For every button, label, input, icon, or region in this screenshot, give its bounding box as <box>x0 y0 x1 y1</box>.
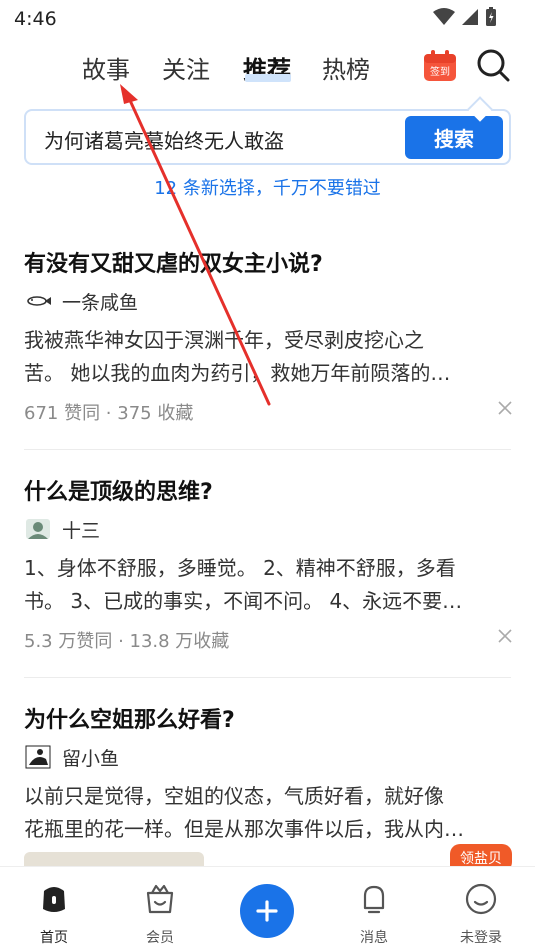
card-stats: 671 赞同 · 375 收藏 <box>24 403 194 424</box>
card-title[interactable]: 为什么空姐那么好看? <box>24 702 235 734</box>
fish-avatar-icon <box>27 296 51 306</box>
nav-label: 消息 <box>360 930 388 946</box>
excerpt-line: 我被燕华神女囚于溟渊千年，受尽剥皮挖心之 <box>24 328 424 352</box>
nav-label: 会员 <box>146 930 174 946</box>
close-icon[interactable] <box>497 628 513 644</box>
excerpt-line: 书。 3、已成的事实，不闻不问。 4、永远不要… <box>24 589 463 613</box>
card-stats: 5.3 万赞同 · 13.8 万收藏 <box>24 631 230 652</box>
search-button[interactable]: 搜索 <box>405 116 503 159</box>
nav-label: 未登录 <box>460 930 502 946</box>
search-icon[interactable] <box>476 48 510 82</box>
nav-label: 首页 <box>40 930 68 946</box>
search-box[interactable]: 为何诸葛亮墓始终无人敢盗 搜索 <box>24 109 511 165</box>
close-icon[interactable] <box>497 400 513 416</box>
card-excerpt[interactable]: 以前只是觉得，空姐的仪态，气质好看，就好像 花瓶里的花一样。但是从那次事件以后，… <box>24 780 504 846</box>
author[interactable]: 一条咸鱼 <box>24 288 138 314</box>
excerpt-line: 花瓶里的花一样。但是从那次事件以后，我从内… <box>24 817 464 841</box>
feed-card[interactable]: 有没有又甜又虐的双女主小说? 一条咸鱼 我被燕华神女囚于溟渊千年，受尽剥皮挖心之… <box>0 222 535 450</box>
tab-story[interactable]: 故事 <box>82 50 130 85</box>
card-title[interactable]: 有没有又甜又虐的双女主小说? <box>24 246 323 278</box>
bottom-nav: 首页 会员 消息 未登录 <box>0 866 535 951</box>
new-choices-banner[interactable]: 12 条新选择，千万不要错过 <box>0 174 535 200</box>
nav-profile[interactable]: 未登录 <box>446 881 516 947</box>
home-icon <box>43 887 65 912</box>
bell-icon <box>363 885 385 914</box>
signal-icon <box>462 9 478 25</box>
checkin-label: 签到 <box>430 65 450 78</box>
author-name[interactable]: 十三 <box>62 516 100 543</box>
excerpt-line: 1、身体不舒服，多睡觉。 2、精神不舒服，多看 <box>24 556 456 580</box>
author-name[interactable]: 留小鱼 <box>62 744 119 771</box>
card-excerpt[interactable]: 我被燕华神女囚于溟渊千年，受尽剥皮挖心之 苦。 她以我的血肉为药引，救她万年前陨… <box>24 324 504 390</box>
author[interactable]: 十三 <box>24 516 100 542</box>
status-time: 4:46 <box>14 8 57 30</box>
status-icons <box>433 7 497 27</box>
create-post-button[interactable] <box>240 884 294 938</box>
vip-bag-icon <box>146 884 174 914</box>
author-name[interactable]: 一条咸鱼 <box>62 288 138 315</box>
profile-face-icon <box>465 883 497 915</box>
nav-home[interactable]: 首页 <box>19 881 89 947</box>
avatar-icon <box>25 745 51 769</box>
wifi-icon <box>433 8 455 25</box>
excerpt-line: 苦。 她以我的血肉为药引，救她万年前陨落的… <box>24 361 451 385</box>
feed-list: 有没有又甜又虐的双女主小说? 一条咸鱼 我被燕华神女囚于溟渊千年，受尽剥皮挖心之… <box>0 222 535 906</box>
card-excerpt[interactable]: 1、身体不舒服，多睡觉。 2、精神不舒服，多看 书。 3、已成的事实，不闻不问。… <box>24 552 504 618</box>
tab-follow[interactable]: 关注 <box>162 50 210 85</box>
avatar-icon <box>26 519 50 539</box>
status-bar: 4:46 <box>0 0 535 38</box>
tab-hot-list[interactable]: 热榜 <box>322 50 370 85</box>
battery-icon <box>486 7 496 26</box>
plus-icon <box>256 900 278 922</box>
active-tab-indicator <box>245 74 291 82</box>
checkin-calendar-icon[interactable]: 签到 <box>423 50 457 82</box>
nav-vip[interactable]: 会员 <box>125 881 195 947</box>
card-title[interactable]: 什么是顶级的思维? <box>24 474 213 506</box>
excerpt-line: 以前只是觉得，空姐的仪态，气质好看，就好像 <box>24 784 444 808</box>
author[interactable]: 留小鱼 <box>24 744 119 770</box>
nav-messages[interactable]: 消息 <box>339 881 409 947</box>
search-query[interactable]: 为何诸葛亮墓始终无人敢盗 <box>44 125 284 154</box>
feed-card[interactable]: 什么是顶级的思维? 十三 1、身体不舒服，多睡觉。 2、精神不舒服，多看 书。 … <box>0 450 535 678</box>
